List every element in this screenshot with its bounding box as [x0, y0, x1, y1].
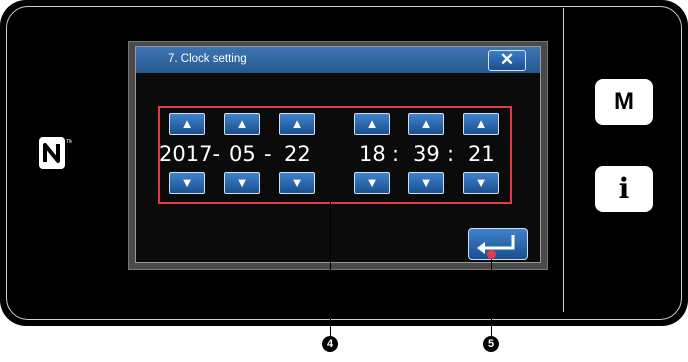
up-arrow-icon: ▲ — [290, 116, 304, 131]
up-arrow-icon: ▲ — [474, 116, 488, 131]
enter-icon — [477, 235, 515, 254]
callout-5: 5 — [483, 336, 499, 352]
day-up-button[interactable]: ▲ — [279, 113, 315, 135]
callout-4: 4 — [322, 336, 338, 352]
hour-value: 18 — [359, 142, 386, 166]
dialog-title: 7. Clock setting — [168, 53, 247, 65]
lcd-screen: 7. Clock setting ✕ ▲ ▲ ▲ ▲ ▲ ▲ 2017- 05 … — [128, 41, 548, 270]
day-value: 22 — [284, 142, 311, 166]
hour-up-button[interactable]: ▲ — [354, 113, 390, 135]
device-panel: TM 7. Clock setting ✕ ▲ ▲ ▲ ▲ ▲ ▲ 2017- … — [0, 0, 688, 326]
day-down-button[interactable]: ▼ — [279, 172, 315, 194]
date-separator: - — [264, 142, 272, 166]
up-arrow-icon: ▲ — [419, 116, 433, 131]
down-arrow-icon: ▼ — [419, 175, 433, 190]
svg-text:TM: TM — [66, 139, 72, 145]
year-up-button[interactable]: ▲ — [169, 113, 205, 135]
year-value: 2017- — [159, 142, 221, 166]
month-down-button[interactable]: ▼ — [224, 172, 260, 194]
year-down-button[interactable]: ▼ — [169, 172, 205, 194]
second-down-button[interactable]: ▼ — [463, 172, 499, 194]
second-up-button[interactable]: ▲ — [463, 113, 499, 135]
down-arrow-icon: ▼ — [235, 175, 249, 190]
dialog-titlebar: 7. Clock setting ✕ — [136, 47, 540, 73]
month-value: 05 — [229, 142, 256, 166]
month-up-button[interactable]: ▲ — [224, 113, 260, 135]
callout-dot-5 — [487, 250, 496, 259]
enter-button[interactable] — [468, 228, 528, 260]
down-arrow-icon: ▼ — [365, 175, 379, 190]
time-separator: : — [392, 142, 400, 166]
down-arrow-icon: ▼ — [474, 175, 488, 190]
minute-down-button[interactable]: ▼ — [408, 172, 444, 194]
down-arrow-icon: ▼ — [180, 175, 194, 190]
hour-down-button[interactable]: ▼ — [354, 172, 390, 194]
up-arrow-icon: ▲ — [235, 116, 249, 131]
m-button[interactable]: M — [595, 79, 653, 125]
panel-divider — [563, 8, 564, 312]
nfc-icon: TM — [39, 137, 72, 169]
m-button-label: M — [614, 88, 634, 115]
minute-value: 39 — [413, 142, 440, 166]
second-value: 21 — [468, 142, 495, 166]
close-button[interactable]: ✕ — [488, 50, 526, 71]
close-icon: ✕ — [499, 50, 515, 69]
time-separator: : — [447, 142, 455, 166]
down-arrow-icon: ▼ — [290, 175, 304, 190]
clock-setting-dialog: 7. Clock setting ✕ ▲ ▲ ▲ ▲ ▲ ▲ 2017- 05 … — [135, 46, 541, 263]
up-arrow-icon: ▲ — [180, 116, 194, 131]
callout-line-5 — [491, 254, 492, 336]
callout-line-4 — [330, 199, 331, 336]
up-arrow-icon: ▲ — [365, 116, 379, 131]
info-icon: i — [618, 172, 630, 205]
minute-up-button[interactable]: ▲ — [408, 113, 444, 135]
info-button[interactable]: i — [595, 166, 653, 212]
